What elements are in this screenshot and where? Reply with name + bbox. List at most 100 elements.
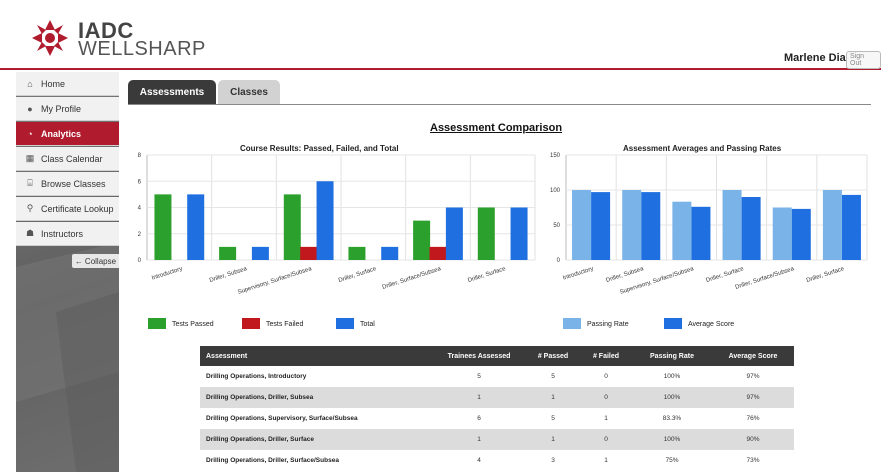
bar <box>822 190 842 260</box>
y-tick-label: 0 <box>138 258 142 264</box>
collapse-button[interactable]: ← Collapse <box>72 254 119 268</box>
brand-line-2: WELLSHARP <box>78 38 206 60</box>
x-tick-label: Driller, Surface <box>705 266 745 284</box>
x-tick-label: Driller, Surface/Subsea <box>382 266 443 291</box>
bar <box>641 192 661 260</box>
y-tick-label: 0 <box>557 258 561 264</box>
table-cell: 1 <box>580 408 632 429</box>
table-cell: Drilling Operations, Supervisory, Surfac… <box>200 408 432 429</box>
column-header-assessment[interactable]: Assessment <box>200 346 432 366</box>
x-tick-label: Introductory <box>562 266 594 281</box>
sidebar-item-class-calendar[interactable]: ▦ Class Calendar <box>16 147 119 171</box>
table-row: Drilling Operations, Driller, Surface 1 … <box>200 429 794 450</box>
legend-label: Tests Passed <box>172 321 214 328</box>
table-cell: 83.3% <box>632 408 712 429</box>
bar <box>381 246 399 260</box>
legend-label: Passing Rate <box>587 321 629 328</box>
sidebar-item-label: Instructors <box>41 228 84 239</box>
x-tick-label: Driller, Surface <box>338 266 378 284</box>
legend-label: Average Score <box>688 321 734 328</box>
bar <box>445 207 463 260</box>
bar <box>772 207 792 260</box>
table-row: Drilling Operations, Driller, Surface/Su… <box>200 450 794 471</box>
table-cell: Drilling Operations, Driller, Surface/Su… <box>200 450 432 471</box>
sign-out-button[interactable]: Sign Out <box>846 51 881 69</box>
legend-label: Tests Failed <box>266 321 303 328</box>
table-row: Drilling Operations, Supervisory, Surfac… <box>200 408 794 429</box>
table-cell: 73% <box>712 450 794 471</box>
users-icon: ☗ <box>25 228 35 238</box>
column-header-trainees[interactable]: Trainees Assessed <box>432 346 526 366</box>
x-tick-label: Driller, Subsea <box>209 266 249 284</box>
sidebar-item-label: Class Calendar <box>41 153 103 164</box>
bar <box>429 246 447 260</box>
sidebar-item-analytics[interactable]: ◔ Analytics <box>16 122 119 146</box>
app-header: IADC WELLSHARP Marlene Diaz Sign Out <box>0 0 881 70</box>
y-tick-label: 6 <box>138 179 142 185</box>
y-tick-label: 8 <box>138 153 142 159</box>
table-cell: 100% <box>632 366 712 387</box>
bar <box>622 190 642 260</box>
sidebar-item-browse-classes[interactable]: ⌸ Browse Classes <box>16 172 119 196</box>
bar <box>591 192 611 260</box>
bar <box>510 207 528 260</box>
table-cell: Drilling Operations, Driller, Surface <box>200 429 432 450</box>
sidebar-item-instructors[interactable]: ☗ Instructors <box>16 222 119 246</box>
calendar-icon: ▦ <box>25 153 35 163</box>
table-row: Drilling Operations, Introductory 5 5 0 … <box>200 366 794 387</box>
x-tick-label: Supervisory, Surface/Subsea <box>237 266 313 296</box>
bar <box>283 194 301 260</box>
y-tick-label: 50 <box>553 223 560 229</box>
institution-icon: ⌸ <box>27 178 33 188</box>
column-header-average-score[interactable]: Average Score <box>712 346 794 366</box>
tab-assessments[interactable]: Assessments <box>128 80 216 104</box>
x-tick-label: Driller, Subsea <box>605 266 645 284</box>
bar <box>841 194 861 260</box>
iadc-logo-icon <box>32 20 68 56</box>
page-title: Assessment Comparison <box>430 122 563 134</box>
column-header-passed[interactable]: # Passed <box>526 346 580 366</box>
column-header-failed[interactable]: # Failed <box>580 346 632 366</box>
legend-swatch <box>242 318 260 329</box>
table-cell: 76% <box>712 408 794 429</box>
legend-swatch <box>664 318 682 329</box>
bar <box>477 207 495 260</box>
y-tick-label: 4 <box>138 206 142 212</box>
bar <box>572 190 592 260</box>
sidebar: ⌂ Home ● My Profile ◔ Analytics ▦ Class … <box>16 72 119 472</box>
x-tick-label: Driller, Surface <box>806 266 846 284</box>
table-cell: Drilling Operations, Driller, Subsea <box>200 387 432 408</box>
sidebar-item-certificate-lookup[interactable]: ⚲ Certificate Lookup <box>16 197 119 221</box>
table-cell: 4 <box>432 450 526 471</box>
column-header-passing-rate[interactable]: Passing Rate <box>632 346 712 366</box>
sidebar-item-home[interactable]: ⌂ Home <box>16 72 119 96</box>
table-cell: 0 <box>580 387 632 408</box>
table-row: Drilling Operations, Driller, Subsea 1 1… <box>200 387 794 408</box>
x-tick-label: Introductory <box>151 266 183 281</box>
bar <box>300 246 318 260</box>
table-cell: 5 <box>526 366 580 387</box>
table-cell: 1 <box>526 387 580 408</box>
sidebar-item-label: Browse Classes <box>41 178 106 189</box>
table-cell: 90% <box>712 429 794 450</box>
user-name: Marlene Diaz <box>784 52 852 64</box>
legend-label: Total <box>360 321 375 328</box>
bar <box>154 194 172 260</box>
y-tick-label: 100 <box>550 188 561 194</box>
sidebar-item-label: Certificate Lookup <box>41 203 114 214</box>
table-cell: 97% <box>712 366 794 387</box>
table-cell: 1 <box>432 429 526 450</box>
legend-swatch <box>148 318 166 329</box>
bar <box>348 246 366 260</box>
bar <box>791 208 811 260</box>
bar <box>187 194 205 260</box>
table-cell: 1 <box>432 387 526 408</box>
table-header-row: Assessment Trainees Assessed # Passed # … <box>200 346 794 366</box>
sidebar-item-my-profile[interactable]: ● My Profile <box>16 97 119 121</box>
tab-classes[interactable]: Classes <box>218 80 280 104</box>
table-cell: 0 <box>580 429 632 450</box>
x-tick-label: Driller, Surface <box>467 266 507 284</box>
tab-divider <box>128 104 871 105</box>
table-cell: 100% <box>632 387 712 408</box>
table-cell: 1 <box>580 450 632 471</box>
